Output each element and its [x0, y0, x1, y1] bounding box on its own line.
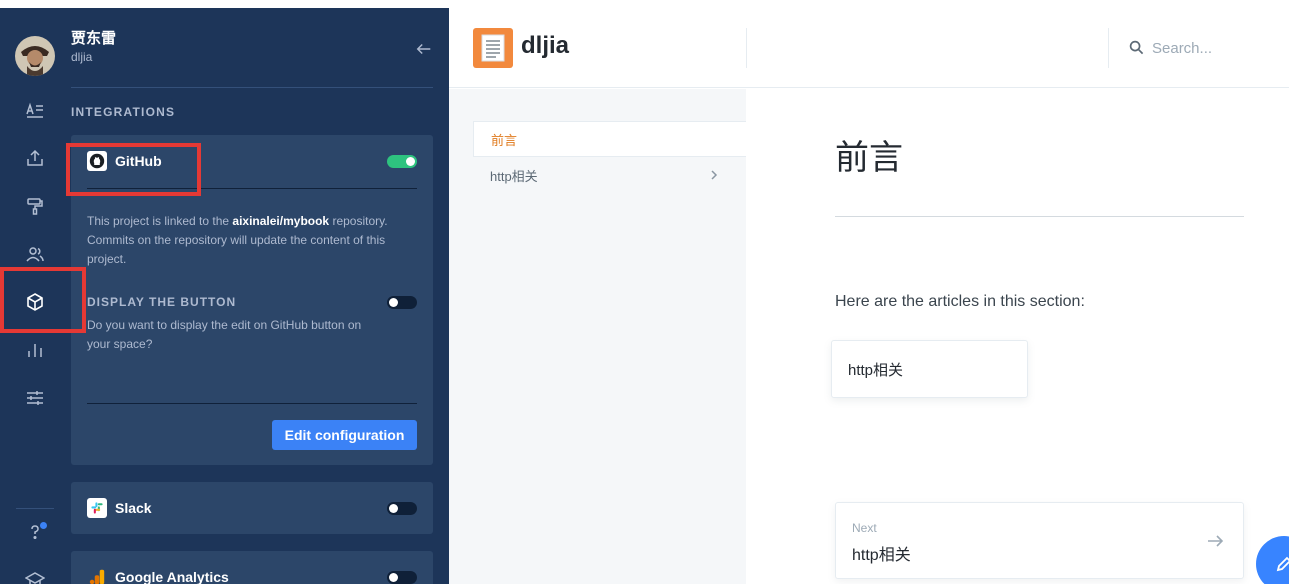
toggle-knob — [389, 573, 398, 582]
repo-link[interactable]: aixinalei/mybook — [232, 214, 329, 228]
app-window: 贾东雷 dljia INTEGRATIONS GitHub This proje… — [0, 0, 1289, 584]
google-analytics-title: Google Analytics — [115, 569, 229, 584]
github-toggle[interactable] — [387, 155, 417, 168]
next-label: Next — [852, 521, 877, 535]
google-analytics-toggle[interactable] — [387, 571, 417, 584]
slack-icon — [87, 498, 107, 518]
section-intro: Here are the articles in this section: — [835, 293, 1085, 310]
book-icon[interactable] — [473, 28, 513, 68]
google-analytics-icon — [87, 567, 107, 584]
arrow-left-icon — [416, 43, 431, 55]
top-strip — [0, 0, 449, 8]
title-divider — [835, 216, 1244, 217]
search-divider — [1108, 28, 1109, 68]
page-nav: 前言 http相关 — [449, 89, 746, 584]
search-icon — [1129, 40, 1145, 56]
notification-dot — [40, 522, 47, 529]
toggle-knob — [389, 298, 398, 307]
graduation-cap-icon[interactable] — [23, 568, 47, 584]
pencil-icon — [1276, 556, 1289, 572]
rail-divider — [16, 508, 54, 509]
chevron-right-icon — [711, 170, 718, 180]
nav-item-label: http相关 — [490, 168, 538, 184]
edit-page-button[interactable] — [1256, 536, 1289, 584]
slack-card-header: Slack — [87, 498, 152, 518]
integrations-highlight-box — [0, 267, 86, 333]
text-icon[interactable] — [23, 98, 47, 122]
slack-title: Slack — [115, 500, 152, 516]
settings-sidebar: 贾东雷 dljia INTEGRATIONS GitHub This proje… — [0, 0, 449, 584]
bar-chart-icon[interactable] — [23, 338, 47, 362]
edit-configuration-button[interactable]: Edit configuration — [272, 420, 417, 450]
space-title: dljia — [521, 32, 570, 59]
users-icon[interactable] — [23, 242, 47, 266]
card-divider — [87, 403, 417, 404]
avatar[interactable] — [15, 36, 55, 76]
space-content: dljia 前言 http相关 前言 Here are the articles… — [449, 8, 1289, 584]
nav-item-http[interactable]: http相关 — [473, 157, 746, 193]
display-button-title: DISPLAY THE BUTTON — [87, 295, 237, 309]
paint-roller-icon[interactable] — [23, 194, 47, 218]
space-header: dljia — [449, 8, 1289, 88]
header-divider — [746, 28, 747, 68]
display-button-toggle[interactable] — [387, 296, 417, 309]
article-title: http相关 — [848, 361, 904, 379]
google-analytics-integration-card: Google Analytics — [71, 551, 433, 584]
next-page-title: http相关 — [852, 547, 911, 564]
page-title: 前言 — [835, 139, 903, 177]
desc-prefix: This project is linked to the — [87, 214, 233, 228]
display-button-description: Do you want to display the edit on GitHu… — [87, 318, 362, 351]
search-input[interactable] — [1152, 36, 1282, 60]
slack-integration-card: Slack — [71, 482, 433, 534]
nav-item-preface[interactable]: 前言 — [473, 121, 746, 157]
article-card[interactable]: http相关 — [831, 340, 1028, 398]
toggle-knob — [389, 504, 398, 513]
user-handle: dljia — [71, 50, 93, 64]
user-name: 贾东雷 — [71, 30, 117, 47]
upload-icon[interactable] — [23, 146, 47, 170]
toggle-knob — [406, 157, 415, 166]
collapse-sidebar-button[interactable] — [413, 38, 435, 60]
slack-toggle[interactable] — [387, 502, 417, 515]
arrow-right-icon — [1208, 535, 1224, 547]
header-divider — [71, 87, 433, 88]
nav-item-label: 前言 — [491, 132, 518, 148]
section-title: INTEGRATIONS — [71, 105, 176, 119]
google-analytics-card-header: Google Analytics — [87, 567, 229, 584]
sliders-icon[interactable] — [23, 386, 47, 410]
github-description: This project is linked to the aixinalei/… — [87, 212, 402, 269]
next-page-card[interactable]: Next http相关 — [835, 502, 1244, 579]
github-highlight-box — [66, 143, 201, 196]
